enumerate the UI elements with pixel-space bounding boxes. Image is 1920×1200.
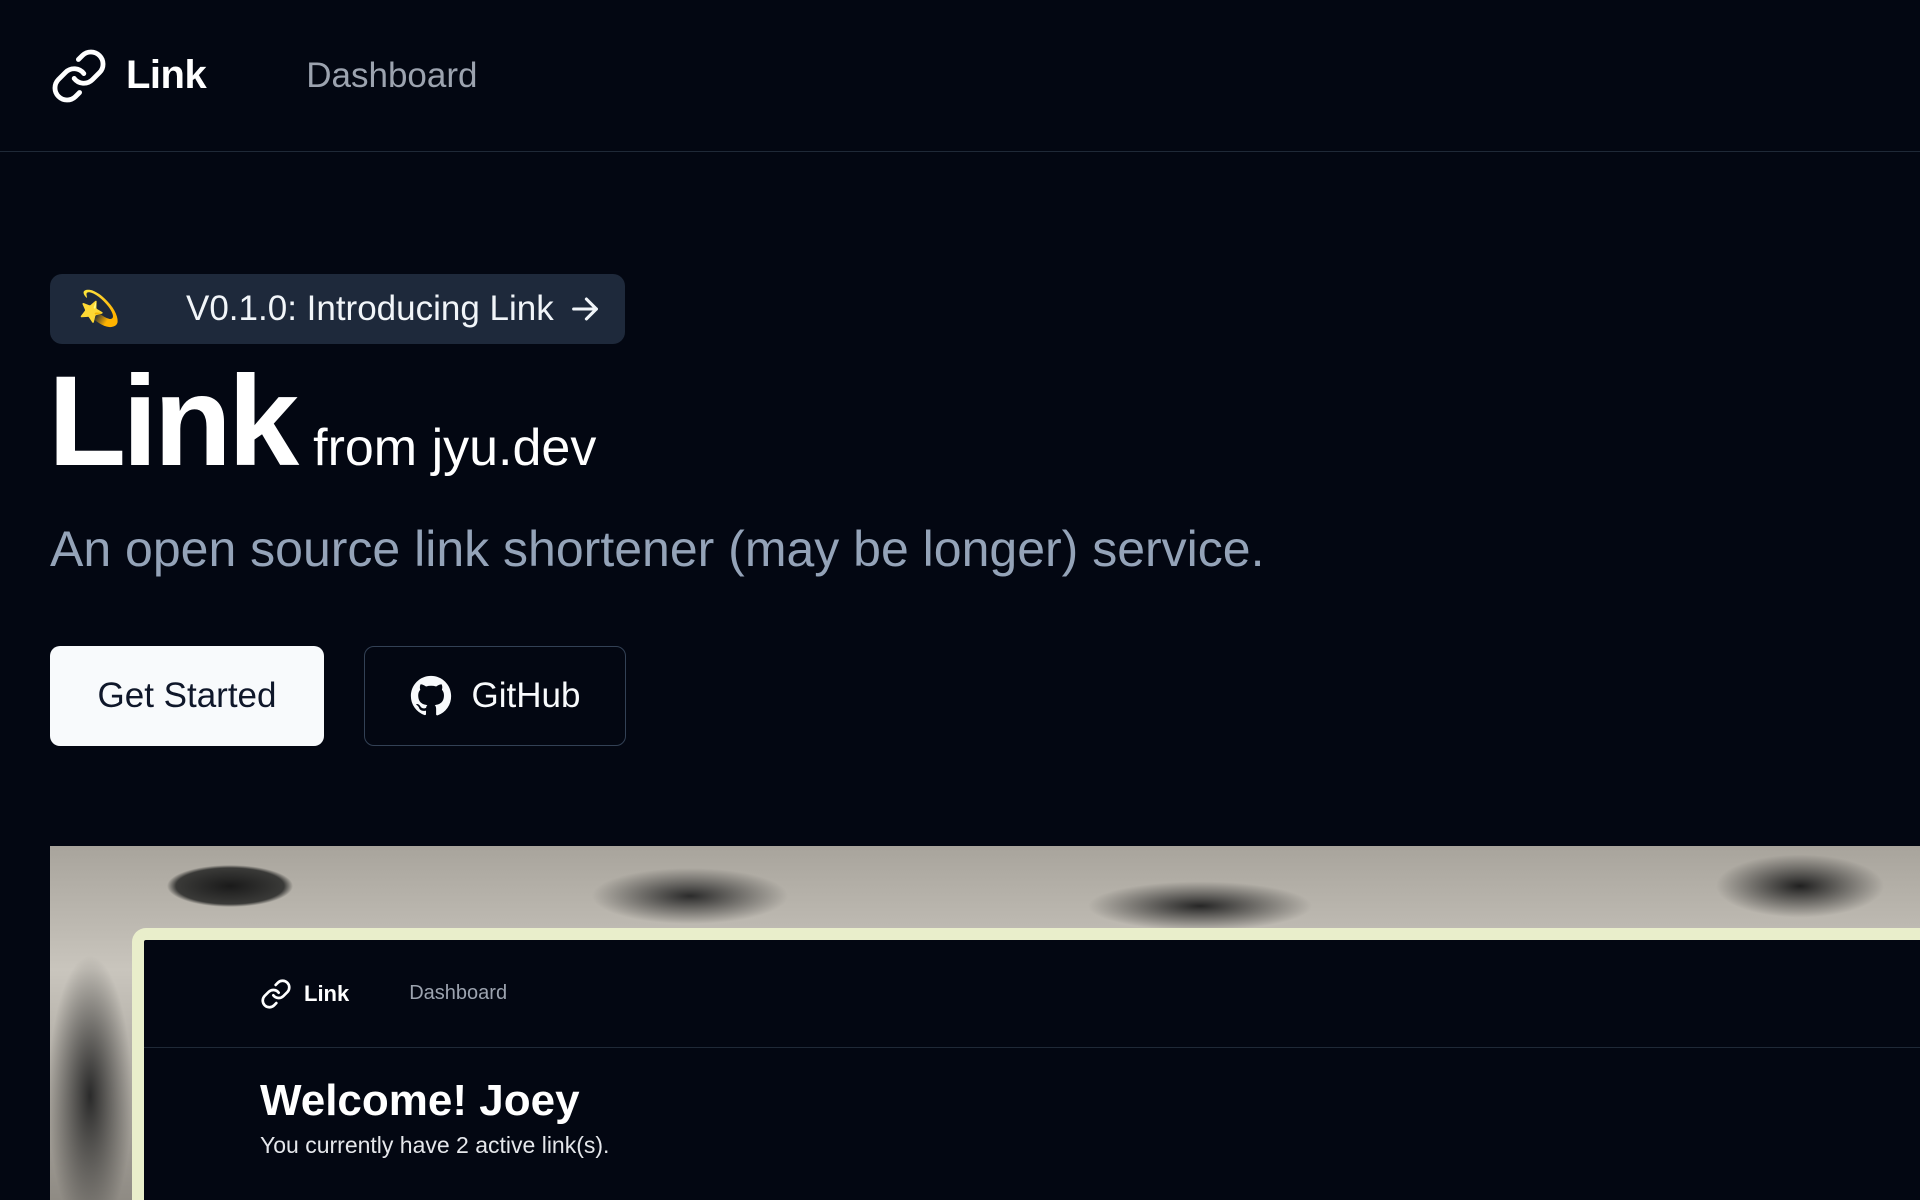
github-icon (410, 675, 451, 716)
link-icon (261, 978, 291, 1009)
preview-dashboard-link: Dashboard (409, 982, 508, 1004)
preview-welcome-heading: Welcome! Joey (260, 1076, 580, 1125)
github-button[interactable]: GitHub (364, 646, 626, 746)
product-preview-image: Link Dashboard Welcome! Joey You current… (50, 846, 1920, 1200)
arrow-right-icon (571, 297, 598, 321)
github-button-label: GitHub (471, 676, 581, 715)
preview-window: Link Dashboard Welcome! Joey You current… (132, 928, 1920, 1200)
preview-nav: Link Dashboard (144, 940, 1920, 1048)
hero-title: Link (48, 350, 299, 493)
preview-brand-name: Link (304, 980, 350, 1006)
announcement-label: V0.1.0: Introducing Link (186, 289, 554, 328)
top-nav: Link Dashboard (0, 0, 1920, 152)
preview-active-links-text: You currently have 2 active link(s). (260, 1132, 610, 1158)
sparkle-icon: 💫 (78, 289, 121, 329)
brand-name: Link (126, 53, 207, 97)
announcement-badge[interactable]: 💫 V0.1.0: Introducing Link (50, 274, 625, 344)
hero-headline: Link from jyu.dev (48, 358, 596, 486)
hero-subtitle: from jyu.dev (313, 419, 597, 477)
brand-logo[interactable]: Link (50, 47, 207, 105)
nav-dashboard-link[interactable]: Dashboard (306, 56, 477, 96)
hero-tagline: An open source link shortener (may be lo… (50, 521, 1265, 577)
link-icon (52, 49, 106, 102)
get-started-button[interactable]: Get Started (50, 646, 324, 746)
